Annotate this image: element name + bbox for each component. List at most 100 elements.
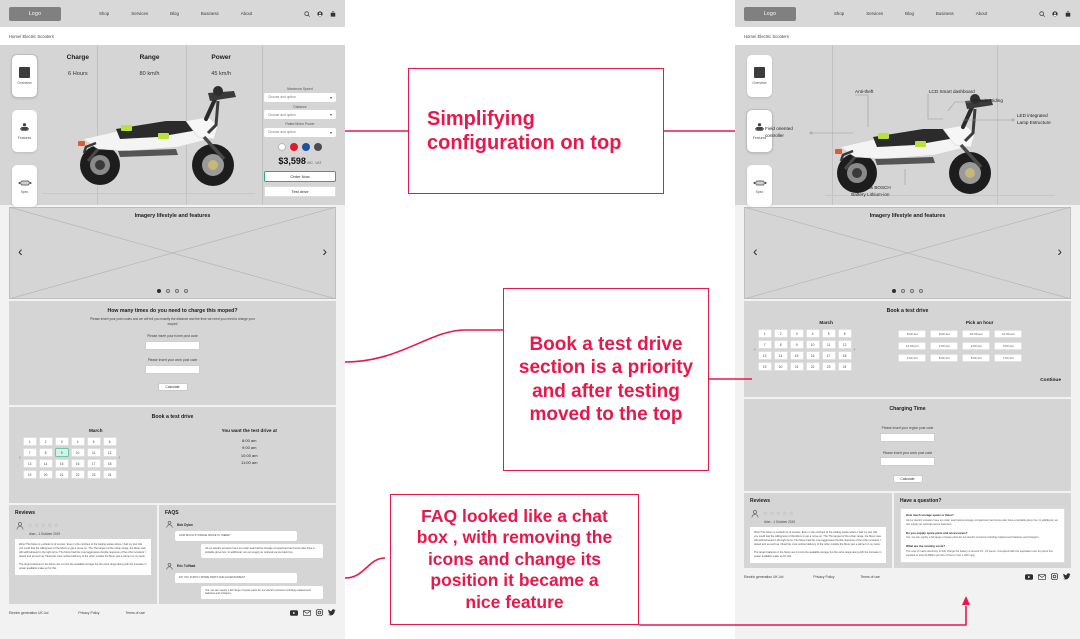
logo[interactable]: Logo (744, 6, 796, 21)
hour-button[interactable]: 1:00 pm (930, 342, 959, 350)
carousel-dot[interactable] (166, 289, 170, 293)
mail-icon[interactable] (1038, 573, 1046, 580)
work-postcode-input[interactable] (145, 364, 200, 374)
calendar-prev-icon[interactable]: ‹ (19, 455, 21, 461)
carousel-dot[interactable] (892, 289, 896, 293)
footer-link-terms[interactable]: Terms of use (861, 575, 880, 579)
calendar-day[interactable]: 24 (837, 362, 852, 371)
youtube-icon[interactable] (290, 610, 298, 616)
calendar-day[interactable]: 17 (821, 351, 836, 360)
calendar-day[interactable]: 15 (789, 351, 804, 360)
faq-question[interactable]: How much storage space is there? (906, 513, 1059, 517)
calendar-day[interactable]: 20 (773, 362, 788, 371)
calendar-day[interactable]: 24 (102, 470, 117, 479)
calculate-button[interactable]: Calculate (157, 382, 188, 391)
work-postcode-input[interactable] (880, 457, 935, 467)
hour-button[interactable]: 12:00 pm (898, 342, 927, 350)
carousel-dot[interactable] (919, 289, 923, 293)
calendar-day[interactable]: 3 (789, 329, 804, 338)
config-select-max-speed[interactable]: Choose and option ▾ (264, 92, 336, 102)
region-postcode-input[interactable] (880, 432, 935, 442)
calendar-day[interactable]: 19 (757, 362, 772, 371)
calendar-day[interactable]: 21 (789, 362, 804, 371)
calendar-day[interactable]: 6 (102, 437, 117, 446)
calendar-day[interactable]: 9 (789, 340, 804, 349)
calendar-day[interactable]: 10 (70, 448, 85, 457)
hour-option[interactable]: 9:00 am (173, 444, 327, 451)
hour-option[interactable]: 8:00 am (173, 437, 327, 444)
hour-button[interactable]: 5:00 pm (930, 354, 959, 362)
sidebar-item-features[interactable]: Features (12, 110, 37, 152)
calendar-day[interactable]: 5 (821, 329, 836, 338)
faq-question[interactable]: What are the running costs? (906, 544, 1059, 548)
mail-icon[interactable] (303, 610, 311, 616)
calendar-day[interactable]: 17 (86, 459, 101, 468)
hour-option[interactable]: 10:00 am (173, 452, 327, 459)
cart-icon[interactable] (1065, 10, 1071, 17)
calendar-day[interactable]: 13 (757, 351, 772, 360)
calendar-day[interactable]: 22 (70, 470, 85, 479)
breadcrumb[interactable]: Home/ Electric Scooters (0, 27, 345, 45)
test-drive-button[interactable]: Test drive (264, 185, 336, 197)
user-icon[interactable] (317, 10, 323, 17)
nav-item-blog[interactable]: Blog (905, 11, 914, 16)
home-postcode-input[interactable] (145, 340, 200, 350)
calendar-next-icon[interactable]: › (119, 455, 121, 461)
calendar-day[interactable]: 8 (773, 340, 788, 349)
search-icon[interactable] (304, 10, 310, 17)
calendar-day[interactable]: 3 (54, 437, 69, 446)
color-swatch-red[interactable] (290, 142, 298, 151)
color-swatch-grey[interactable] (314, 142, 322, 151)
carousel-dot[interactable] (901, 289, 905, 293)
nav-item-services[interactable]: Services (866, 11, 883, 16)
calendar-day[interactable]: 23 (821, 362, 836, 371)
carousel-dot[interactable] (184, 289, 188, 293)
calendar-day[interactable]: 10 (805, 340, 820, 349)
footer-link-privacy[interactable]: Privacy Policy (813, 575, 834, 579)
hour-option[interactable]: 11:00 am (173, 459, 327, 466)
calendar-day[interactable]: 12 (837, 340, 852, 349)
nav-item-about[interactable]: About (976, 11, 987, 16)
sidebar-item-spec[interactable]: Spec (12, 165, 37, 207)
hour-button[interactable]: 10:00 am (962, 330, 991, 338)
calendar-day[interactable]: 14 (38, 459, 53, 468)
calendar-day[interactable]: 11 (86, 448, 101, 457)
instagram-icon[interactable] (316, 609, 323, 617)
hour-button[interactable]: 6:00 pm (962, 354, 991, 362)
footer-link-terms[interactable]: Terms of use (126, 611, 145, 615)
nav-item-services[interactable]: Services (131, 11, 148, 16)
calendar-day[interactable]: 16 (70, 459, 85, 468)
hour-button[interactable]: 4:00 pm (898, 354, 927, 362)
config-select-distance[interactable]: Choose and option ▾ (264, 110, 336, 119)
faq-question[interactable]: Do you supply spare parts and accessorie… (906, 531, 1059, 535)
nav-item-business[interactable]: Business (201, 11, 219, 16)
hour-button[interactable]: 2:00 pm (962, 342, 991, 350)
youtube-icon[interactable] (1025, 573, 1033, 580)
calendar-day[interactable]: 2 (773, 329, 788, 338)
instagram-icon[interactable] (1051, 573, 1058, 581)
calendar-day[interactable]: 4 (70, 437, 85, 446)
calendar-day[interactable]: 18 (102, 459, 117, 468)
calendar-day[interactable]: 6 (837, 329, 852, 338)
sidebar-item-overview[interactable]: Overview (12, 55, 37, 97)
hour-button[interactable]: 3:00 pm (994, 342, 1023, 350)
user-icon[interactable] (1052, 10, 1058, 17)
logo[interactable]: Logo (9, 6, 61, 21)
calendar-day[interactable]: 20 (38, 470, 53, 479)
calendar-day[interactable]: 9 (54, 448, 69, 457)
config-select-motor-power[interactable]: Choose and option ▾ (264, 127, 336, 137)
calendar-next-icon[interactable]: › (854, 347, 856, 353)
carousel-dot[interactable] (910, 289, 914, 293)
continue-button[interactable]: Continue (744, 378, 1071, 389)
hour-button[interactable]: 7:00 pm (994, 354, 1023, 362)
calendar-day[interactable]: 7 (22, 448, 37, 457)
carousel-dot[interactable] (157, 289, 161, 293)
cart-icon[interactable] (330, 10, 336, 17)
calendar-day[interactable]: 8 (38, 448, 53, 457)
calendar-day[interactable]: 4 (805, 329, 820, 338)
carousel-dot[interactable] (175, 289, 179, 293)
calendar-day[interactable]: 5 (86, 437, 101, 446)
hour-button[interactable]: 11:00 am (994, 330, 1023, 338)
breadcrumb[interactable]: Home/ Electric Scooters (735, 27, 1080, 45)
nav-item-business[interactable]: Business (936, 11, 954, 16)
